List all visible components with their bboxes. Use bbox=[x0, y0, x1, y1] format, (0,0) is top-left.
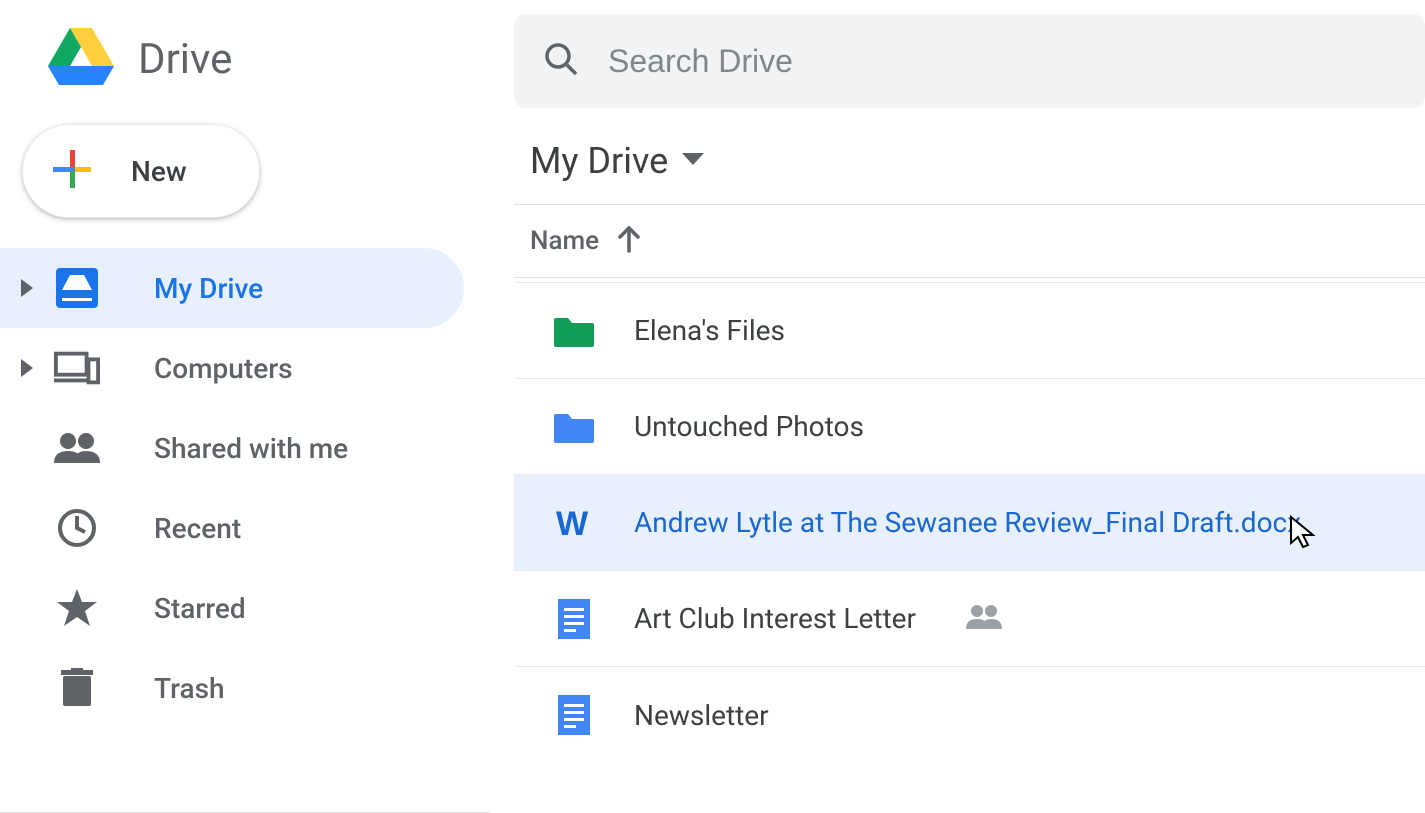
sidebar-item-label: Trash bbox=[154, 672, 225, 705]
file-row[interactable]: Newsletter bbox=[514, 667, 1425, 763]
cursor-icon bbox=[1289, 515, 1315, 553]
search-bar[interactable] bbox=[514, 14, 1425, 108]
sidebar-item-label: Shared with me bbox=[154, 432, 348, 465]
caret-down-icon bbox=[682, 152, 704, 171]
sidebar-item-recent[interactable]: Recent bbox=[0, 488, 490, 568]
folder-row[interactable]: Untouched Photos bbox=[514, 379, 1425, 475]
plus-icon bbox=[53, 150, 91, 192]
file-name: Art Club Interest Letter bbox=[634, 602, 916, 635]
file-name: Andrew Lytle at The Sewanee Review_Final… bbox=[634, 506, 1301, 539]
folder-row[interactable]: Elena's Files bbox=[514, 283, 1425, 379]
trash-icon bbox=[54, 668, 100, 708]
sidebar-item-trash[interactable]: Trash bbox=[0, 648, 490, 728]
file-row[interactable]: Art Club Interest Letter bbox=[514, 571, 1425, 667]
folder-icon bbox=[554, 314, 594, 348]
column-header-row[interactable]: Name bbox=[514, 205, 1425, 278]
folder-icon bbox=[554, 410, 594, 444]
expand-icon[interactable] bbox=[16, 359, 40, 377]
search-icon bbox=[544, 42, 578, 80]
new-button-label: New bbox=[131, 155, 187, 188]
file-row[interactable]: W Andrew Lytle at The Sewanee Review_Fin… bbox=[514, 475, 1425, 571]
file-name: Untouched Photos bbox=[634, 410, 864, 443]
new-button[interactable]: New bbox=[22, 124, 260, 218]
file-name: Newsletter bbox=[634, 699, 769, 732]
my-drive-icon bbox=[54, 268, 100, 308]
sort-ascending-icon[interactable] bbox=[617, 225, 641, 257]
sidebar-item-label: Recent bbox=[154, 512, 241, 545]
search-input[interactable] bbox=[608, 43, 1395, 80]
shared-icon bbox=[966, 605, 1002, 633]
expand-icon[interactable] bbox=[16, 279, 40, 297]
drive-logo-icon bbox=[48, 28, 114, 90]
clock-icon bbox=[54, 508, 100, 548]
brand[interactable]: Drive bbox=[0, 0, 490, 118]
google-doc-icon bbox=[554, 599, 594, 639]
main-content: My Drive Name Elena's File bbox=[490, 0, 1425, 813]
location-breadcrumb[interactable]: My Drive bbox=[514, 108, 1425, 205]
location-label: My Drive bbox=[530, 140, 668, 182]
sidebar-item-starred[interactable]: Starred bbox=[0, 568, 490, 648]
sidebar-item-label: My Drive bbox=[154, 272, 263, 305]
google-doc-icon bbox=[554, 695, 594, 735]
people-icon bbox=[54, 433, 100, 463]
sidebar-item-label: Computers bbox=[154, 352, 293, 385]
sidebar-item-computers[interactable]: Computers bbox=[0, 328, 490, 408]
devices-icon bbox=[54, 351, 100, 385]
sidebar: Drive New bbox=[0, 0, 490, 813]
sidebar-nav: My Drive Computers bbox=[0, 248, 490, 728]
file-list: Elena's Files Untouched Photos W Andrew … bbox=[514, 282, 1425, 763]
svg-text:W: W bbox=[556, 505, 589, 541]
word-doc-icon: W bbox=[554, 505, 594, 541]
sidebar-item-my-drive[interactable]: My Drive bbox=[0, 248, 464, 328]
brand-name: Drive bbox=[138, 35, 232, 84]
file-name: Elena's Files bbox=[634, 314, 785, 347]
sidebar-item-shared-with-me[interactable]: Shared with me bbox=[0, 408, 490, 488]
sidebar-item-label: Starred bbox=[154, 592, 246, 625]
column-name: Name bbox=[530, 226, 599, 256]
star-icon bbox=[54, 589, 100, 627]
